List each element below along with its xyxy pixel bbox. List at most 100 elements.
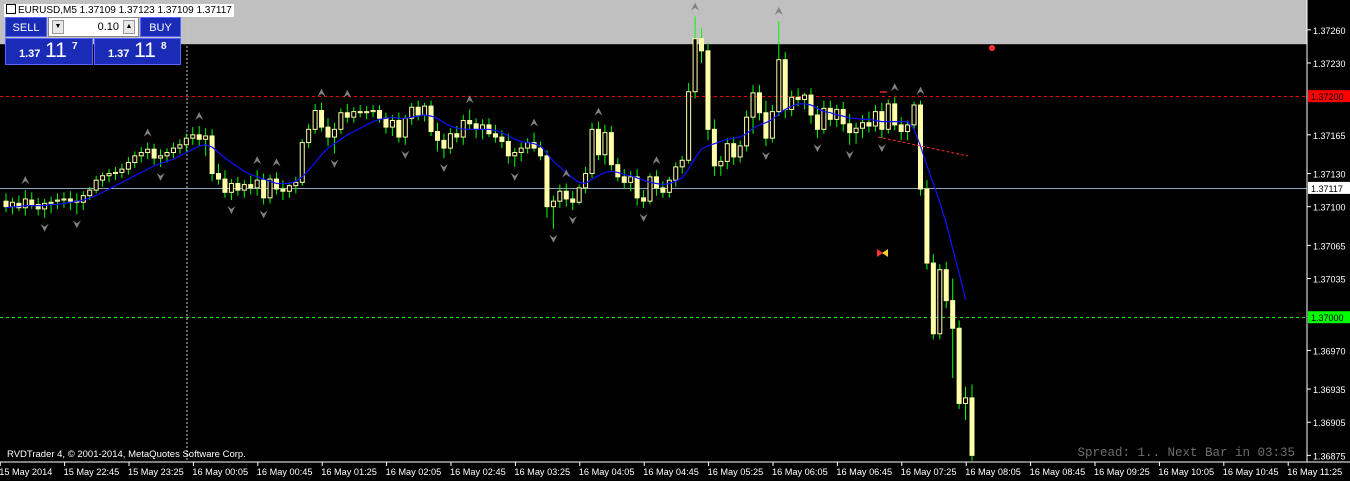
- candle-body: [331, 128, 337, 138]
- candle-body: [827, 107, 833, 120]
- time-tick-label: 16 May 06:45: [836, 467, 892, 477]
- buy-button[interactable]: BUY: [140, 17, 181, 37]
- candle-body: [203, 135, 209, 140]
- candle-body: [686, 91, 692, 161]
- candle-body: [724, 143, 730, 162]
- candle-body: [905, 124, 911, 133]
- candle-body: [183, 137, 189, 146]
- checkbox-icon[interactable]: [6, 4, 16, 14]
- candle-body: [351, 111, 357, 118]
- candle-body: [55, 199, 61, 202]
- trade-marker-icon: [989, 45, 995, 51]
- candle-body: [583, 173, 589, 189]
- time-tick-label: 16 May 03:25: [514, 467, 570, 477]
- time-tick-label: 16 May 09:25: [1094, 467, 1150, 477]
- candle-body: [789, 96, 795, 110]
- candle-body: [190, 134, 196, 139]
- candle-body: [937, 269, 943, 335]
- candle-body: [467, 119, 473, 125]
- candle-body: [67, 198, 73, 202]
- lot-size-input[interactable]: [67, 20, 119, 34]
- candle-body: [196, 134, 202, 140]
- candle-body: [447, 133, 453, 149]
- ask-price-prefix: 1.37: [108, 48, 130, 60]
- candle-body: [750, 92, 756, 118]
- candle-body: [570, 198, 576, 203]
- candle-body: [872, 111, 878, 127]
- candle-body: [145, 148, 151, 154]
- lot-decrease-arrow-icon[interactable]: ▼: [52, 20, 64, 34]
- bid-price-fraction: 7: [72, 41, 78, 52]
- candle-body: [634, 176, 640, 199]
- candle-body: [930, 262, 936, 335]
- candle-body: [338, 112, 344, 130]
- candle-body: [711, 128, 717, 167]
- spread-status-text: Spread: 1.. Next Bar in 03:35: [1077, 446, 1295, 460]
- time-tick-label: 16 May 02:05: [386, 467, 442, 477]
- time-tick-label: 16 May 00:45: [257, 467, 313, 477]
- candle-body: [402, 117, 408, 138]
- candle-body: [756, 92, 762, 114]
- candle-body: [112, 171, 118, 175]
- candle-body: [576, 187, 582, 203]
- bid-price-prefix: 1.37: [19, 48, 41, 60]
- candle-body: [956, 327, 962, 404]
- candle-body: [280, 188, 286, 192]
- lot-increase-arrow-icon[interactable]: ▲: [123, 20, 135, 34]
- candle-body: [518, 147, 524, 154]
- candle-body: [544, 155, 550, 208]
- candle-body: [505, 140, 511, 157]
- candle-body: [325, 126, 331, 138]
- candle-body: [164, 152, 170, 157]
- candle-body: [911, 104, 917, 126]
- candle-body: [847, 123, 853, 134]
- candle-body: [924, 188, 930, 264]
- candle-body: [306, 128, 312, 144]
- price-tick-label: 1.37165: [1313, 131, 1346, 141]
- candle-body: [434, 131, 440, 141]
- time-tick-label: 16 May 04:05: [579, 467, 635, 477]
- candle-body: [898, 124, 904, 133]
- candle-body: [595, 128, 601, 156]
- time-tick-label: 16 May 05:25: [708, 467, 764, 477]
- bid-price-pips: 11: [45, 39, 67, 62]
- bid-price-button[interactable]: 1.37 11 7: [5, 38, 93, 65]
- candle-body: [950, 300, 956, 329]
- candle-body: [769, 111, 775, 139]
- chart-background: [0, 0, 1350, 481]
- ask-price-fraction: 8: [161, 41, 167, 52]
- candle-body: [673, 166, 679, 181]
- one-click-trade-panel: SELL ▼ ▲ BUY 1.37 11 7 1.37 11 8: [5, 17, 181, 65]
- candle-body: [499, 136, 505, 142]
- candle-body: [550, 200, 556, 208]
- time-tick-label: 16 May 07:25: [901, 467, 957, 477]
- lot-size-stepper: ▼ ▲: [48, 17, 139, 37]
- candle-body: [209, 135, 215, 175]
- candle-body: [763, 112, 769, 139]
- candle-body: [492, 133, 498, 138]
- price-tick-label: 1.36875: [1313, 451, 1346, 461]
- price-tag-label: 1.37000: [1311, 313, 1344, 323]
- candle-body: [93, 179, 99, 191]
- candle-body: [782, 59, 788, 110]
- candle-body: [261, 179, 267, 199]
- candle-body: [48, 201, 54, 204]
- candle-body: [969, 397, 975, 456]
- time-tick-label: 16 May 10:45: [1223, 467, 1279, 477]
- candle-body: [383, 117, 389, 128]
- candle-body: [396, 119, 402, 138]
- candle-body: [621, 176, 627, 183]
- price-tick-label: 1.37130: [1313, 170, 1346, 180]
- candle-body: [615, 164, 621, 178]
- ask-price-button[interactable]: 1.37 11 8: [94, 38, 181, 65]
- candle-body: [319, 110, 325, 128]
- candle-body: [602, 132, 608, 156]
- time-tick-label: 15 May 23:25: [128, 467, 184, 477]
- copyright-text: RVDTrader 4, © 2001-2014, MetaQuotes Sof…: [7, 449, 246, 460]
- price-chart[interactable]: 1.372601.372301.372001.371651.371301.371…: [0, 0, 1350, 481]
- candle-body: [222, 178, 228, 193]
- candle-body: [151, 148, 157, 159]
- sell-button[interactable]: SELL: [5, 17, 47, 37]
- candle-body: [415, 106, 421, 116]
- candle-body: [377, 110, 383, 119]
